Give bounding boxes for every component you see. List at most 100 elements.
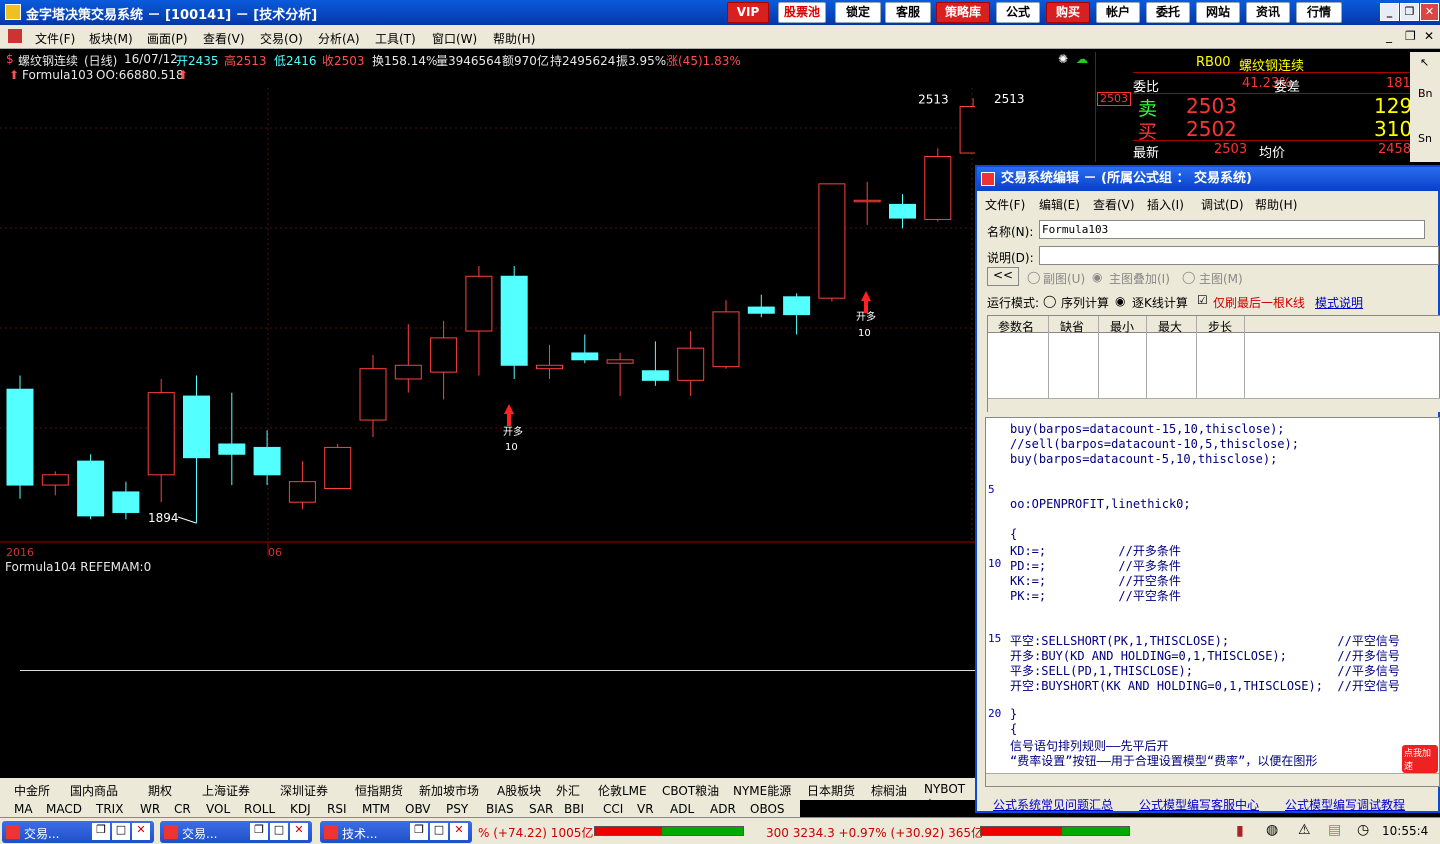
menu-board[interactable]: 板块(M) <box>89 30 133 47</box>
candle-body[interactable] <box>571 352 599 361</box>
indicator-tab[interactable]: ADL <box>670 802 694 816</box>
stock-pool-button[interactable]: 股票池 <box>778 2 826 23</box>
candle-body[interactable] <box>430 337 458 373</box>
task-max-icon[interactable]: □ <box>430 823 448 840</box>
opt-overlay-radio[interactable]: ◉ <box>1092 270 1102 284</box>
strip-bn[interactable]: Bn <box>1418 87 1433 100</box>
indicator-tab[interactable]: PSY <box>446 802 468 816</box>
editor-menu-debug[interactable]: 调试(D) <box>1201 196 1244 213</box>
speed-badge[interactable]: 点我加速 <box>1402 745 1438 773</box>
strip-sn[interactable]: Sn <box>1418 132 1432 145</box>
candle-body[interactable] <box>183 395 210 459</box>
indicator-tab[interactable]: MTM <box>362 802 390 816</box>
market-tab[interactable]: NYBOT商 <box>924 782 975 813</box>
task-restore-icon[interactable]: ❐ <box>92 823 110 840</box>
market-tab[interactable]: CBOT粮油 <box>662 782 719 799</box>
strategy-button[interactable]: 策略库 <box>936 2 990 23</box>
task-close-icon[interactable]: ✕ <box>290 823 308 840</box>
indicator-tab[interactable]: MACD <box>46 802 82 816</box>
candle-body[interactable] <box>253 446 281 476</box>
market-tab[interactable]: A股板块 <box>497 782 541 799</box>
market-tab[interactable]: 新加坡市场 <box>419 782 479 799</box>
editor-menu-edit[interactable]: 编辑(E) <box>1039 196 1080 213</box>
candle-body[interactable] <box>889 203 916 219</box>
menu-close-icon[interactable]: ✕ <box>1424 29 1434 43</box>
candle-body[interactable] <box>641 370 669 381</box>
faq-link[interactable]: 公式系统常见问题汇总 <box>993 796 1113 813</box>
website-button[interactable]: 网站 <box>1196 2 1240 23</box>
editor-menu-insert[interactable]: 插入(I) <box>1147 196 1184 213</box>
indicator-tab[interactable]: CCI <box>603 802 623 816</box>
task-max-icon[interactable]: □ <box>112 823 130 840</box>
menu-view[interactable]: 查看(V) <box>203 30 245 47</box>
task-restore-icon[interactable]: ❐ <box>410 823 428 840</box>
close-icon[interactable]: ✕ <box>1420 3 1439 21</box>
market-tab[interactable]: 中金所 <box>14 782 50 799</box>
opt-main-radio[interactable]: ◯ <box>1182 270 1195 284</box>
candle-body[interactable] <box>500 275 528 366</box>
menu-restore-icon[interactable]: ❐ <box>1405 29 1416 43</box>
indicator-tab[interactable]: SAR <box>529 802 553 816</box>
market-tab[interactable]: 上海证券 <box>202 782 250 799</box>
code-hscroll[interactable] <box>986 773 1439 786</box>
formula-button[interactable]: 公式 <box>996 2 1040 23</box>
money-icon[interactable]: ▤ <box>1328 822 1341 838</box>
market-tab[interactable]: 伦敦LME <box>598 782 647 799</box>
db-icon[interactable]: ▮ <box>1236 823 1244 839</box>
task-max-icon[interactable]: □ <box>270 823 288 840</box>
indicator-tab[interactable]: TRIX <box>96 802 123 816</box>
market-tab[interactable]: NYME能源 <box>733 782 791 799</box>
mode-help-link[interactable]: 模式说明 <box>1315 294 1363 311</box>
candle-body[interactable] <box>324 446 352 489</box>
menu-analysis[interactable]: 分析(A) <box>318 30 360 47</box>
opt-subchart-radio[interactable]: ◯ <box>1027 270 1040 284</box>
candle-body[interactable] <box>818 183 846 299</box>
market-tab[interactable]: 棕榈油 <box>871 782 907 799</box>
indicator-tab[interactable]: CR <box>174 802 191 816</box>
pointer-icon[interactable]: ↖ <box>1420 56 1429 69</box>
menu-file[interactable]: 文件(F) <box>35 30 75 47</box>
candle-body[interactable] <box>959 105 987 154</box>
market-tab[interactable]: 国内商品 <box>70 782 118 799</box>
editor-menu-help[interactable]: 帮助(H) <box>1255 196 1297 213</box>
network-icon[interactable]: ◍ <box>1266 822 1278 838</box>
menu-tools[interactable]: 工具(T) <box>375 30 416 47</box>
indicator-tab[interactable]: BIAS <box>486 802 514 816</box>
cloud-icon[interactable]: ☁ <box>1076 52 1088 66</box>
code-editor[interactable]: 5 10 15 20 buy(barpos=datacount-15,10,th… <box>985 417 1440 787</box>
candle-body[interactable] <box>677 347 705 381</box>
indicator-tab[interactable]: ADR <box>710 802 736 816</box>
menu-window[interactable]: 窗口(W) <box>432 30 477 47</box>
main-chart[interactable]: 2513 1894 开多 10 开多 10 2016 06 <box>0 68 987 559</box>
task-close-icon[interactable]: ✕ <box>450 823 468 840</box>
task-analysis[interactable]: 技术... ❐ □ ✕ <box>320 821 472 843</box>
mode-series-radio[interactable]: ◯ <box>1043 294 1056 308</box>
lock-button[interactable]: 锁定 <box>835 2 881 23</box>
refresh-checkbox[interactable]: ☑ <box>1197 293 1208 307</box>
task-restore-icon[interactable]: ❐ <box>250 823 268 840</box>
candle-body[interactable] <box>77 460 105 517</box>
candle-body[interactable] <box>394 364 422 380</box>
collapse-button[interactable]: << <box>987 267 1019 286</box>
market-tab[interactable]: 恒指期货 <box>355 782 403 799</box>
support-link[interactable]: 公式模型编写客服中心 <box>1139 796 1259 813</box>
candle-body[interactable] <box>606 359 634 364</box>
candle-body[interactable] <box>853 199 881 203</box>
service-button[interactable]: 客服 <box>885 2 931 23</box>
indicator-tab[interactable]: KDJ <box>290 802 311 816</box>
menu-help[interactable]: 帮助(H) <box>493 30 535 47</box>
news-button[interactable]: 资讯 <box>1246 2 1290 23</box>
market-tab[interactable]: 日本期货 <box>807 782 855 799</box>
candle-body[interactable] <box>712 311 740 368</box>
candle-body[interactable] <box>536 364 563 370</box>
indicator-tab[interactable]: OBV <box>405 802 431 816</box>
candle-body[interactable] <box>112 491 140 513</box>
editor-menu-view[interactable]: 查看(V) <box>1093 196 1135 213</box>
indicator-tab[interactable]: VR <box>637 802 654 816</box>
param-hscroll[interactable] <box>988 398 1440 412</box>
menu-minimize-icon[interactable]: _ <box>1386 29 1392 43</box>
sub-chart[interactable]: Formula104 REFEMAM:0 <box>0 558 975 773</box>
name-field[interactable] <box>1039 220 1425 239</box>
candle-body[interactable] <box>288 481 316 503</box>
candle-body[interactable] <box>783 296 811 316</box>
